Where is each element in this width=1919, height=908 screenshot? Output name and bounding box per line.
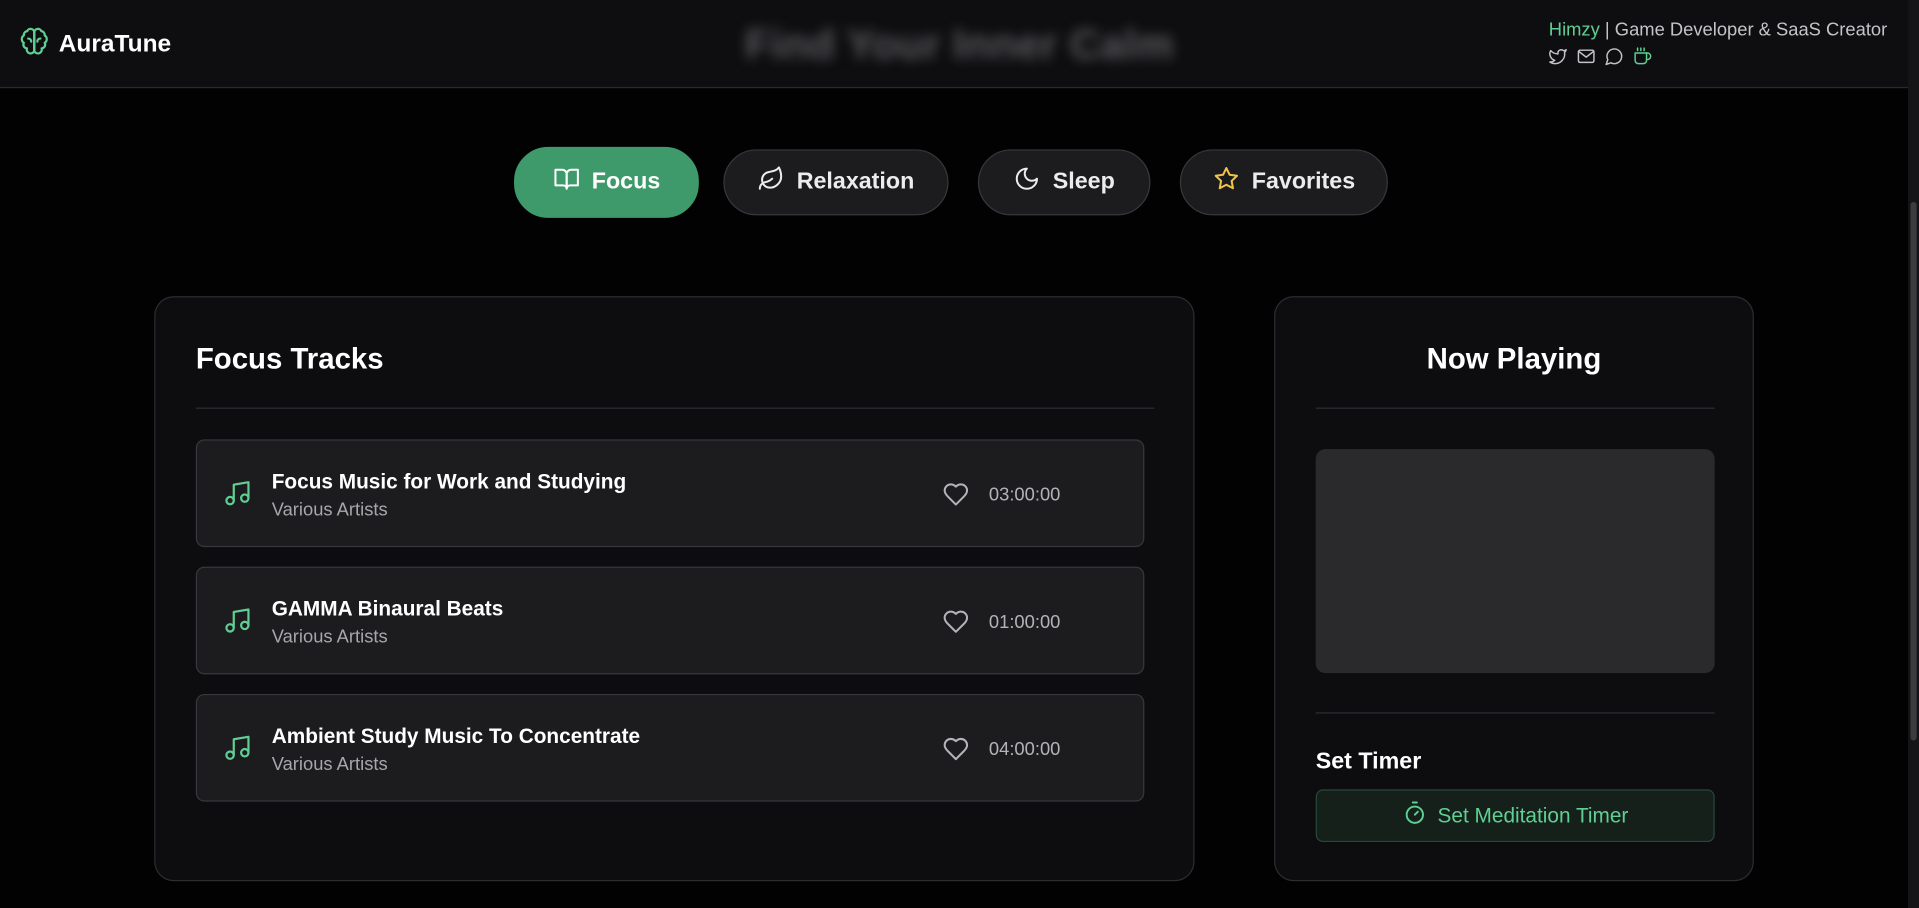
tracks-panel: Focus Tracks Focus Music for Work and St…: [154, 296, 1195, 882]
music-note-icon: [223, 733, 252, 768]
track-item[interactable]: Ambient Study Music To Concentrate Vario…: [195, 693, 1145, 802]
tab-label: Focus: [591, 168, 661, 195]
track-item[interactable]: GAMMA Binaural Beats Various Artists 01:…: [195, 566, 1145, 675]
divider: [195, 407, 1155, 409]
set-timer-label: Set Timer: [1315, 749, 1422, 775]
star-icon: [1213, 165, 1240, 199]
creator-line: Himzy | Game Developer & SaaS Creator: [1549, 20, 1887, 41]
timer-icon: [1402, 800, 1426, 831]
track-title: Focus Music for Work and Studying: [271, 469, 627, 494]
heart-icon[interactable]: [942, 481, 969, 514]
track-title: GAMMA Binaural Beats: [271, 597, 504, 621]
track-artist: Various Artists: [271, 753, 388, 775]
social-links: [1549, 47, 1887, 67]
set-meditation-timer-button[interactable]: Set Meditation Timer: [1315, 789, 1715, 843]
tab-label: Favorites: [1251, 168, 1356, 195]
tab-label: Relaxation: [796, 168, 915, 195]
tab-label: Sleep: [1052, 168, 1115, 195]
tracks-panel-title: Focus Tracks: [195, 342, 384, 376]
app-root: AuraTune Find Your Inner Calm Himzy | Ga…: [0, 0, 1919, 908]
track-duration: 04:00:00: [988, 739, 1061, 761]
divider: [1315, 712, 1715, 714]
creator-name[interactable]: Himzy: [1549, 20, 1600, 41]
creator-separator: |: [1604, 19, 1610, 41]
top-bar: AuraTune Find Your Inner Calm Himzy | Ga…: [0, 0, 1919, 89]
track-artist: Various Artists: [271, 626, 388, 648]
chat-icon[interactable]: [1605, 47, 1625, 67]
mail-icon[interactable]: [1577, 47, 1597, 67]
timer-button-label: Set Meditation Timer: [1437, 803, 1629, 827]
category-tabs: Focus Relaxation Sleep Favorites: [0, 146, 1919, 218]
track-artist: Various Artists: [271, 499, 388, 521]
now-playing-title: Now Playing: [1426, 342, 1602, 376]
tab-focus[interactable]: Focus: [514, 146, 699, 218]
moon-icon: [1014, 165, 1041, 199]
scrollbar-thumb[interactable]: [1910, 201, 1917, 741]
track-duration: 03:00:00: [988, 484, 1061, 506]
music-note-icon: [223, 606, 252, 641]
creator-role: Game Developer & SaaS Creator: [1614, 19, 1888, 41]
heart-icon[interactable]: [942, 736, 969, 769]
tab-relaxation[interactable]: Relaxation: [723, 149, 949, 216]
tab-favorites[interactable]: Favorites: [1179, 149, 1388, 216]
coffee-icon[interactable]: [1633, 47, 1653, 67]
divider: [1315, 407, 1715, 409]
player-embed[interactable]: [1315, 449, 1715, 674]
track-duration: 01:00:00: [988, 611, 1061, 633]
book-icon: [553, 165, 580, 199]
now-playing-panel: Now Playing Set Timer Set Meditation Tim…: [1274, 296, 1754, 882]
track-title: Ambient Study Music To Concentrate: [271, 724, 641, 748]
track-item[interactable]: Focus Music for Work and Studying Variou…: [195, 439, 1145, 548]
page-scrollbar[interactable]: [1908, 0, 1919, 908]
leaf-icon: [758, 165, 785, 199]
heart-icon[interactable]: [942, 608, 969, 641]
twitter-icon[interactable]: [1549, 47, 1569, 67]
creator-info: Himzy | Game Developer & SaaS Creator: [1549, 20, 1887, 67]
tab-sleep[interactable]: Sleep: [977, 149, 1151, 216]
music-note-icon: [223, 479, 252, 514]
